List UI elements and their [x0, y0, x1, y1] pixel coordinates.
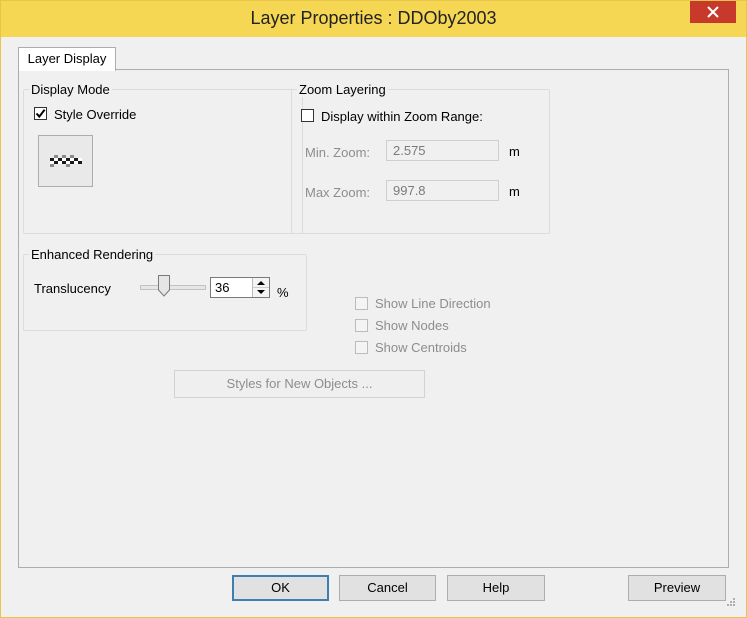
display-within-zoom-label: Display within Zoom Range:	[321, 109, 483, 124]
show-nodes-checkbox[interactable]	[355, 319, 368, 332]
show-nodes-label: Show Nodes	[375, 318, 449, 333]
checkmark-icon	[35, 109, 46, 119]
style-override-label: Style Override	[54, 107, 137, 122]
display-mode-group: Display Mode Style Override	[23, 83, 303, 234]
translucency-slider-thumb[interactable]	[158, 275, 170, 297]
spin-buttons[interactable]	[252, 278, 269, 297]
resize-grip-icon[interactable]	[726, 597, 736, 607]
title-bar[interactable]: Layer Properties : DDOby2003	[1, 1, 746, 37]
style-preview-button[interactable]	[38, 135, 93, 187]
preview-button[interactable]: Preview	[628, 575, 726, 601]
ok-button[interactable]: OK	[232, 575, 329, 601]
max-zoom-input[interactable]: 997.8	[386, 180, 499, 201]
checkered-style-icon	[50, 155, 82, 167]
layer-properties-dialog: Layer Properties : DDOby2003 Layer Displ…	[0, 0, 747, 618]
translucency-value: 36	[215, 280, 230, 295]
enhanced-rendering-group: Enhanced Rendering Translucency 36 %	[23, 248, 307, 331]
tab-layer-display[interactable]: Layer Display	[18, 47, 116, 71]
min-zoom-label: Min. Zoom:	[305, 145, 371, 160]
show-line-direction-checkbox[interactable]	[355, 297, 368, 310]
min-zoom-unit: m	[509, 144, 520, 159]
min-zoom-input[interactable]: 2.575	[386, 140, 499, 161]
tab-panel-layer-display: Display Mode Style Override Zoom Layerin…	[18, 69, 729, 568]
style-override-checkbox[interactable]	[34, 107, 47, 120]
display-mode-title: Display Mode	[29, 82, 112, 97]
zoom-layering-group: Zoom Layering Display within Zoom Range:…	[291, 83, 550, 234]
close-icon	[707, 6, 719, 18]
translucency-label: Translucency	[34, 281, 111, 296]
show-centroids-checkbox[interactable]	[355, 341, 368, 354]
spin-arrows-icon	[253, 281, 269, 294]
cancel-button[interactable]: Cancel	[339, 575, 436, 601]
help-button[interactable]: Help	[447, 575, 545, 601]
zoom-layering-title: Zoom Layering	[297, 82, 388, 97]
enhanced-rendering-title: Enhanced Rendering	[29, 247, 156, 262]
translucency-slider[interactable]	[140, 285, 206, 290]
styles-for-new-objects-button[interactable]: Styles for New Objects ...	[174, 370, 425, 398]
translucency-spinbox[interactable]: 36	[210, 277, 270, 298]
close-button[interactable]	[690, 1, 736, 23]
display-within-zoom-checkbox[interactable]	[301, 109, 314, 122]
max-zoom-unit: m	[509, 184, 520, 199]
window-title: Layer Properties : DDOby2003	[250, 8, 497, 28]
max-zoom-label: Max Zoom:	[305, 185, 371, 200]
dialog-body: Layer Display Display Mode Style Overrid…	[9, 37, 738, 609]
translucency-unit: %	[277, 285, 289, 300]
show-centroids-label: Show Centroids	[375, 340, 467, 355]
show-line-direction-label: Show Line Direction	[375, 296, 491, 311]
